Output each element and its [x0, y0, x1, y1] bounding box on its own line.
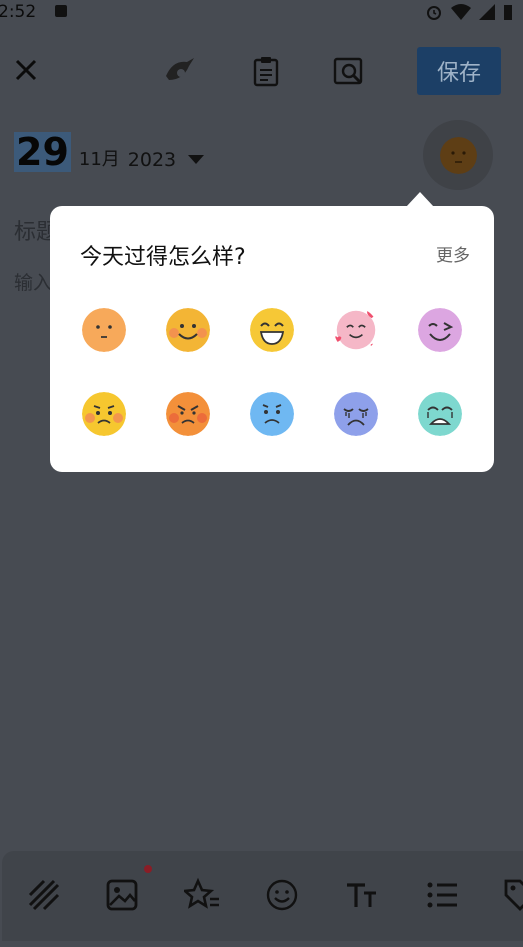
mood-popup: 今天过得怎么样? 更多: [50, 206, 494, 472]
current-mood-icon: [440, 137, 477, 174]
popup-arrow: [406, 192, 434, 207]
more-link[interactable]: 更多: [436, 241, 470, 266]
sad-emoji-icon[interactable]: [250, 392, 294, 436]
save-button[interactable]: 保存: [417, 47, 501, 95]
neutral-emoji-icon[interactable]: [82, 308, 126, 352]
date-year: 2023: [127, 149, 177, 171]
clipboard-icon[interactable]: [249, 54, 283, 88]
body-input[interactable]: 输入: [14, 268, 52, 295]
preview-search-icon[interactable]: [332, 54, 366, 88]
wifi-icon: [451, 4, 471, 20]
grin-emoji-icon[interactable]: [250, 308, 294, 352]
chevron-down-icon: [188, 155, 205, 164]
emoji-icon[interactable]: [264, 877, 300, 913]
tag-icon[interactable]: [502, 877, 523, 913]
close-icon[interactable]: [12, 56, 40, 84]
status-time: 2:52: [0, 2, 37, 22]
new-badge-dot: [144, 865, 152, 873]
cry-emoji-icon[interactable]: [334, 392, 378, 436]
date-selector[interactable]: 29 11月 2023: [14, 130, 205, 174]
sob-emoji-icon[interactable]: [418, 392, 462, 436]
date-day: 29: [14, 130, 71, 174]
popup-title: 今天过得怎么样?: [80, 245, 246, 270]
battery-icon: [504, 5, 512, 20]
stripes-icon[interactable]: [26, 877, 62, 913]
worried-emoji-icon[interactable]: [82, 392, 126, 436]
bottom-toolbar: [2, 851, 523, 941]
smile-emoji-icon[interactable]: [166, 308, 210, 352]
text-size-icon[interactable]: [344, 877, 380, 913]
love-emoji-icon[interactable]: [334, 308, 378, 352]
status-icons: [425, 3, 513, 21]
list-icon[interactable]: [424, 877, 460, 913]
date-month: 11月: [78, 149, 120, 170]
angry-emoji-icon[interactable]: [166, 392, 210, 436]
alarm-icon: [427, 6, 441, 20]
status-bar: 2:52: [0, 0, 523, 26]
notification-icon: [55, 5, 67, 17]
top-toolbar: 保存: [0, 44, 523, 100]
signal-icon: [479, 4, 495, 20]
wink-emoji-icon[interactable]: [418, 308, 462, 352]
hide-eye-icon[interactable]: [163, 54, 197, 88]
star-list-icon[interactable]: [184, 877, 220, 913]
image-icon[interactable]: [104, 877, 140, 913]
